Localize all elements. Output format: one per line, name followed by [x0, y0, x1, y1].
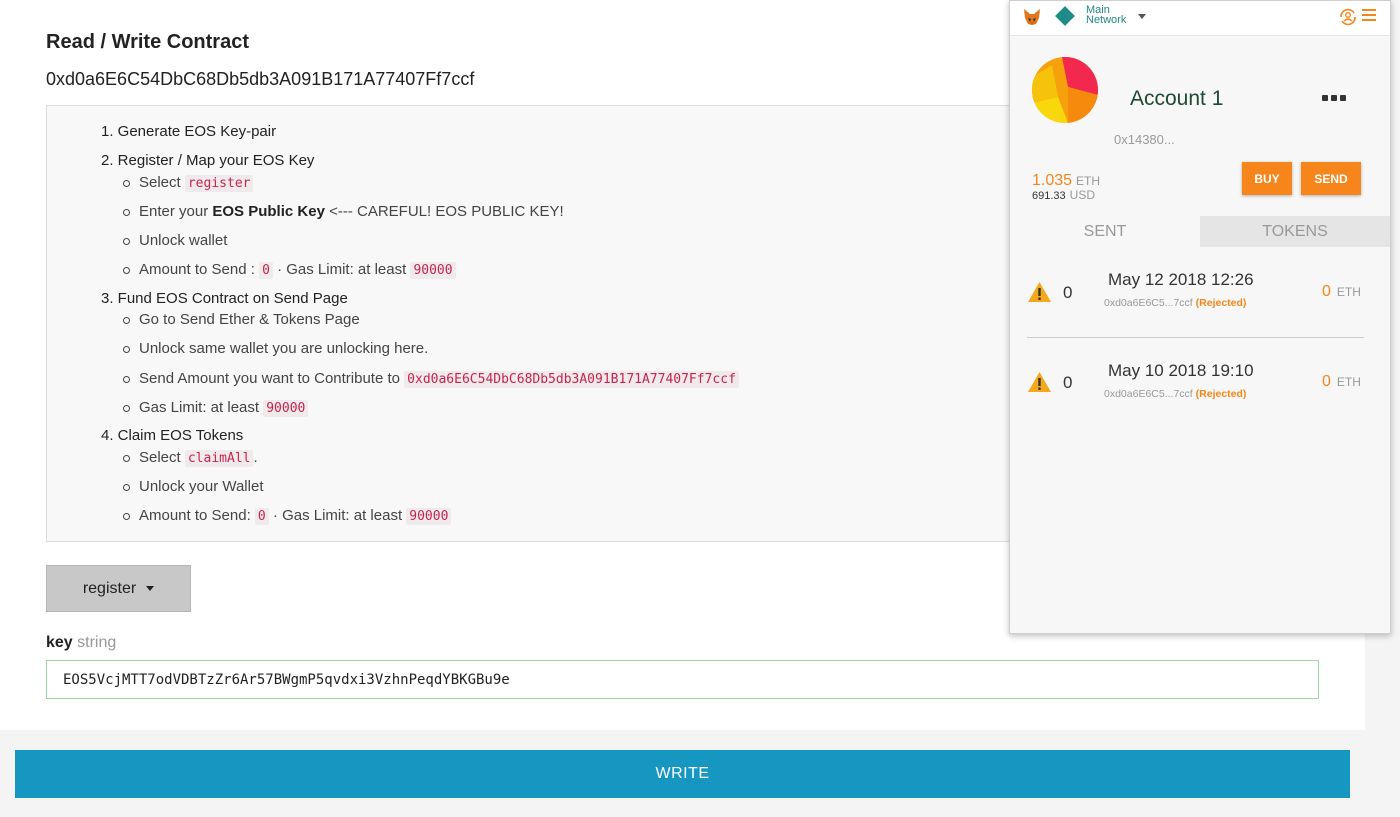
- text: Select: [139, 449, 185, 466]
- tabs: SENT TOKENS: [1010, 216, 1390, 247]
- code-gas: 90000: [406, 508, 452, 525]
- write-button[interactable]: WRITE: [15, 750, 1350, 798]
- metamask-header: Main Network: [1010, 1, 1390, 36]
- tx-date: May 10 2018 19:10: [1108, 361, 1254, 380]
- step-2-select: Select register: [122, 174, 254, 192]
- function-select-value: register: [82, 579, 137, 597]
- tx-amount-unit: ETH: [1336, 375, 1361, 389]
- tx-status: (Rejected): [1195, 297, 1247, 309]
- hamburger-menu-icon[interactable]: [1362, 9, 1376, 21]
- step-3-goto: Go to Send Ether & Tokens Page: [123, 311, 360, 328]
- code-gas: 90000: [263, 400, 309, 417]
- key-label: key string: [46, 634, 116, 652]
- tx-nonce: 0: [1063, 373, 1073, 392]
- avatar[interactable]: [1032, 57, 1098, 123]
- network-diamond-icon[interactable]: [1055, 6, 1075, 26]
- tx-nonce: 0: [1063, 283, 1073, 302]
- metamask-fox-icon[interactable]: [1022, 7, 1042, 27]
- step-2-enter-key: Enter your EOS Public Key <--- CAREFUL! …: [123, 203, 564, 220]
- buy-button[interactable]: BUY: [1242, 162, 1292, 195]
- step-1: 1. Generate EOS Key-pair: [101, 123, 277, 140]
- code-amount: 0: [259, 262, 273, 279]
- tx-to: 0xd0a6E6C5...7ccf: [1104, 297, 1193, 309]
- eth-balance-value: 1.035: [1032, 172, 1073, 189]
- tx-amount: 0 ETH: [1322, 373, 1361, 391]
- code-register: register: [184, 175, 254, 192]
- text: Send Amount you want to Contribute to: [139, 370, 405, 387]
- warning-icon: [1028, 372, 1051, 392]
- usd-balance-value: 691.33: [1032, 190, 1066, 202]
- step-2: 2. Register / Map your EOS Key: [101, 152, 315, 169]
- tx-date: May 12 2018 12:26: [1108, 270, 1254, 289]
- account-name: Account 1: [1130, 87, 1224, 110]
- step-4: 4. Claim EOS Tokens: [101, 427, 244, 444]
- warning-icon: [1028, 282, 1051, 302]
- key-type: string: [77, 634, 117, 651]
- account-address: 0x14380...: [1114, 132, 1175, 147]
- text: Amount to Send :: [139, 261, 260, 278]
- key-input[interactable]: [46, 660, 1319, 699]
- step-2-unlock: Unlock wallet: [122, 232, 228, 249]
- contract-address: 0xd0a6E6C54DbC68Db5db3A091B171A77407Ff7c…: [46, 69, 475, 89]
- transaction-row[interactable]: 0 May 10 2018 19:10 0xd0a6E6C5...7ccf (R…: [1010, 338, 1390, 428]
- tx-status: (Rejected): [1195, 388, 1247, 400]
- tx-amount-value: 0: [1322, 283, 1331, 300]
- text: <--- CAREFUL! EOS PUBLIC KEY!: [324, 203, 564, 220]
- tx-amount-value: 0: [1322, 373, 1331, 390]
- account-switch-icon[interactable]: [1338, 7, 1358, 27]
- code-gas: 90000: [410, 262, 456, 279]
- page-title: Read / Write Contract: [46, 31, 249, 53]
- step-3: 3. Fund EOS Contract on Send Page: [101, 290, 348, 307]
- code-claimall: claimAll: [184, 450, 254, 467]
- code-address: 0xd0a6E6C54DbC68Db5db3A091B171A77407Ff7c…: [404, 371, 739, 388]
- caret-down-icon: [146, 586, 155, 591]
- send-button[interactable]: SEND: [1301, 162, 1361, 195]
- network-line2: Network: [1086, 14, 1127, 26]
- text: Amount to Send:: [139, 507, 255, 524]
- transaction-row[interactable]: 0 May 12 2018 12:26 0xd0a6E6C5...7ccf (R…: [1010, 247, 1390, 337]
- step-4-unlock: Unlock your Wallet: [122, 478, 264, 495]
- text: .: [253, 449, 258, 466]
- metamask-popup: Main Network Account 1 0x14380... 1.035 E…: [1009, 0, 1391, 634]
- usd-unit: USD: [1069, 188, 1095, 202]
- step-3-gas: Gas Limit: at least 90000: [122, 399, 309, 417]
- network-caret-icon[interactable]: [1138, 14, 1146, 19]
- network-selector[interactable]: Main Network: [1086, 5, 1146, 26]
- bold-text: EOS Public Key: [212, 203, 325, 220]
- text: · Gas Limit: at least: [272, 261, 411, 278]
- code-amount: 0: [254, 508, 269, 525]
- usd-balance: 691.33 USD: [1032, 188, 1095, 202]
- tab-tokens[interactable]: TOKENS: [1200, 216, 1390, 247]
- more-options-icon[interactable]: [1322, 95, 1346, 101]
- eth-unit: ETH: [1076, 174, 1101, 188]
- text: · Gas Limit: at least: [268, 507, 407, 524]
- step-3-send: Send Amount you want to Contribute to 0x…: [123, 370, 739, 388]
- step-3-unlock: Unlock same wallet you are unlocking her…: [122, 340, 429, 357]
- tx-amount-unit: ETH: [1336, 285, 1361, 299]
- text: Enter your: [139, 203, 213, 220]
- text: Gas Limit: at least: [139, 399, 264, 416]
- tab-sent[interactable]: SENT: [1010, 216, 1200, 247]
- tx-address: 0xd0a6E6C5...7ccf (Rejected): [1104, 297, 1246, 309]
- text: Select: [139, 174, 185, 191]
- function-select[interactable]: register: [46, 565, 191, 612]
- key-name: key: [46, 634, 73, 651]
- step-4-select: Select claimAll.: [123, 449, 258, 467]
- step-2-amount: Amount to Send : 0 · Gas Limit: at least…: [123, 261, 456, 279]
- tx-to: 0xd0a6E6C5...7ccf: [1104, 388, 1193, 400]
- tx-amount: 0 ETH: [1322, 283, 1361, 301]
- tx-address: 0xd0a6E6C5...7ccf (Rejected): [1104, 388, 1246, 400]
- instructions-box: 1. Generate EOS Key-pair 2. Register / M…: [46, 105, 1056, 542]
- step-4-amount: Amount to Send: 0 · Gas Limit: at least …: [122, 507, 452, 525]
